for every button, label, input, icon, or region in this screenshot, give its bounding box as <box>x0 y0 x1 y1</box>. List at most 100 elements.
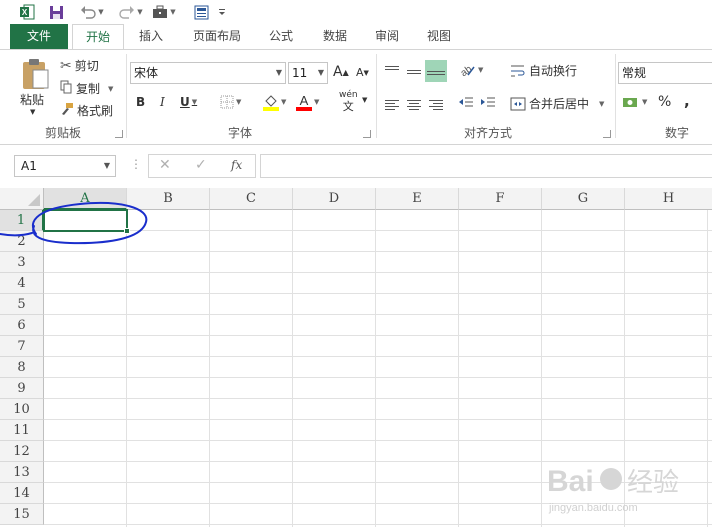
grid-line <box>541 210 542 527</box>
column-header-e[interactable]: E <box>376 188 459 210</box>
row-header-13[interactable]: 13 <box>0 462 44 483</box>
formula-input[interactable] <box>260 154 712 178</box>
tab-insert[interactable]: 插入 <box>128 24 174 49</box>
bold-button[interactable]: B <box>136 95 145 109</box>
alignment-launcher-icon[interactable] <box>603 130 611 138</box>
row-header-11[interactable]: 11 <box>0 420 44 441</box>
group-separator <box>126 54 127 138</box>
paste-dropdown-icon[interactable]: ▼ <box>30 108 35 116</box>
number-group-label: 数字 <box>664 126 689 140</box>
font-launcher-icon[interactable] <box>363 130 371 138</box>
borders-button[interactable]: ▼ <box>220 95 241 109</box>
middle-align-icon[interactable] <box>405 63 423 81</box>
merge-center-button[interactable]: 合并后居中 ▼ <box>510 95 604 112</box>
copy-button[interactable]: 复制 ▼ <box>60 80 113 97</box>
decrease-indent-button[interactable] <box>458 96 474 110</box>
column-header-c[interactable]: C <box>210 188 293 210</box>
undo-icon[interactable]: ▼ <box>77 3 107 21</box>
font-size-dropdown[interactable]: 11 ▼ <box>288 62 328 84</box>
top-align-icon[interactable] <box>383 60 401 78</box>
decrease-indent-icon <box>459 97 473 107</box>
font-name-dropdown[interactable]: 宋体 ▼ <box>130 62 286 84</box>
paste-icon[interactable] <box>18 56 52 92</box>
row-header-14[interactable]: 14 <box>0 483 44 504</box>
cancel-icon[interactable]: ✕ <box>159 157 171 173</box>
form-icon[interactable] <box>192 3 210 21</box>
font-name-value: 宋体 <box>134 66 159 80</box>
italic-button[interactable]: I <box>160 95 165 109</box>
grid-line <box>44 377 712 378</box>
tab-review[interactable]: 审阅 <box>364 24 410 49</box>
align-center-icon[interactable] <box>405 96 423 114</box>
svg-text:A: A <box>300 93 309 108</box>
wrap-text-button[interactable]: 自动换行 <box>510 62 577 79</box>
save-icon[interactable] <box>47 3 65 21</box>
grow-font-label: A <box>333 64 343 80</box>
align-left-icon[interactable] <box>383 96 401 114</box>
accounting-format-button[interactable]: ▼ <box>622 95 647 109</box>
percent-button[interactable]: % <box>658 94 671 110</box>
align-right-icon[interactable] <box>427 96 445 114</box>
bold-label: B <box>136 95 146 109</box>
formula-bar: A1 ▼ ⋮ ✕ ✓ fx <box>0 145 712 187</box>
column-header-f[interactable]: F <box>459 188 542 210</box>
increase-indent-button[interactable] <box>480 96 496 110</box>
font-color-button[interactable]: A ▼ <box>296 93 319 111</box>
format-painter-button[interactable]: 格式刷 <box>60 102 113 119</box>
comma-style-button[interactable]: , <box>684 92 690 110</box>
cut-button[interactable]: ✂ 剪切 <box>60 57 99 74</box>
row-header-6[interactable]: 6 <box>0 315 44 336</box>
tab-file[interactable]: 文件 <box>10 24 68 49</box>
svg-text:Bai: Bai <box>547 465 594 498</box>
orientation-icon: ab <box>459 64 475 78</box>
redo-icon[interactable]: ▼ <box>116 3 146 21</box>
grow-font-button[interactable]: A ▲ <box>333 64 349 80</box>
row-header-10[interactable]: 10 <box>0 399 44 420</box>
fill-bucket-icon <box>263 95 279 111</box>
row-header-12[interactable]: 12 <box>0 441 44 462</box>
column-header-h[interactable]: H <box>625 188 712 210</box>
row-header-7[interactable]: 7 <box>0 336 44 357</box>
phonetic-button[interactable]: wén 文 <box>339 90 358 112</box>
svg-text:经验: 经验 <box>627 468 679 498</box>
column-header-g[interactable]: G <box>542 188 625 210</box>
tab-formulas[interactable]: 公式 <box>258 24 304 49</box>
copy-icon <box>60 80 73 97</box>
briefcase-icon[interactable]: ▼ <box>150 3 178 21</box>
row-header-9[interactable]: 9 <box>0 378 44 399</box>
tab-data[interactable]: 数据 <box>312 24 358 49</box>
customize-qat-icon[interactable] <box>216 3 228 21</box>
insert-function-icon[interactable]: fx <box>231 158 242 172</box>
watermark-logo: Bai 经验 jingyan.baidu.com <box>545 455 710 521</box>
chevron-down-icon: ▼ <box>642 98 648 106</box>
chevron-down-icon: ▼ <box>191 98 198 106</box>
phonetic-dropdown-icon[interactable]: ▼ <box>362 96 367 104</box>
grid-line <box>44 314 712 315</box>
fill-color-button[interactable]: ▼ <box>263 93 286 111</box>
paste-button[interactable]: 粘贴 <box>20 91 44 108</box>
wrap-text-label: 自动换行 <box>529 64 578 78</box>
row-header-8[interactable]: 8 <box>0 357 44 378</box>
orientation-button[interactable]: ab ▼ <box>458 62 484 78</box>
underline-button[interactable]: U ▼ <box>180 95 197 109</box>
grid-line <box>44 293 712 294</box>
tab-page-layout[interactable]: 页面布局 <box>182 24 252 49</box>
font-group-label: 字体 <box>227 126 252 140</box>
group-separator <box>376 54 377 138</box>
bottom-align-icon[interactable] <box>425 60 447 82</box>
italic-label: I <box>160 95 165 109</box>
grid-line <box>209 210 210 527</box>
shrink-font-button[interactable]: A ▼ <box>356 66 369 79</box>
copy-dropdown-icon[interactable]: ▼ <box>108 85 113 93</box>
tab-home[interactable]: 开始 <box>72 24 124 49</box>
row-header-5[interactable]: 5 <box>0 294 44 315</box>
row-header-4[interactable]: 4 <box>0 273 44 294</box>
grid-line <box>375 210 376 527</box>
name-box[interactable]: A1 ▼ <box>14 155 116 177</box>
row-header-15[interactable]: 15 <box>0 504 44 525</box>
column-header-d[interactable]: D <box>293 188 376 210</box>
enter-icon[interactable]: ✓ <box>195 157 207 173</box>
tab-view[interactable]: 视图 <box>416 24 462 49</box>
clipboard-launcher-icon[interactable] <box>115 130 123 138</box>
number-format-dropdown[interactable]: 常规 <box>618 62 712 84</box>
